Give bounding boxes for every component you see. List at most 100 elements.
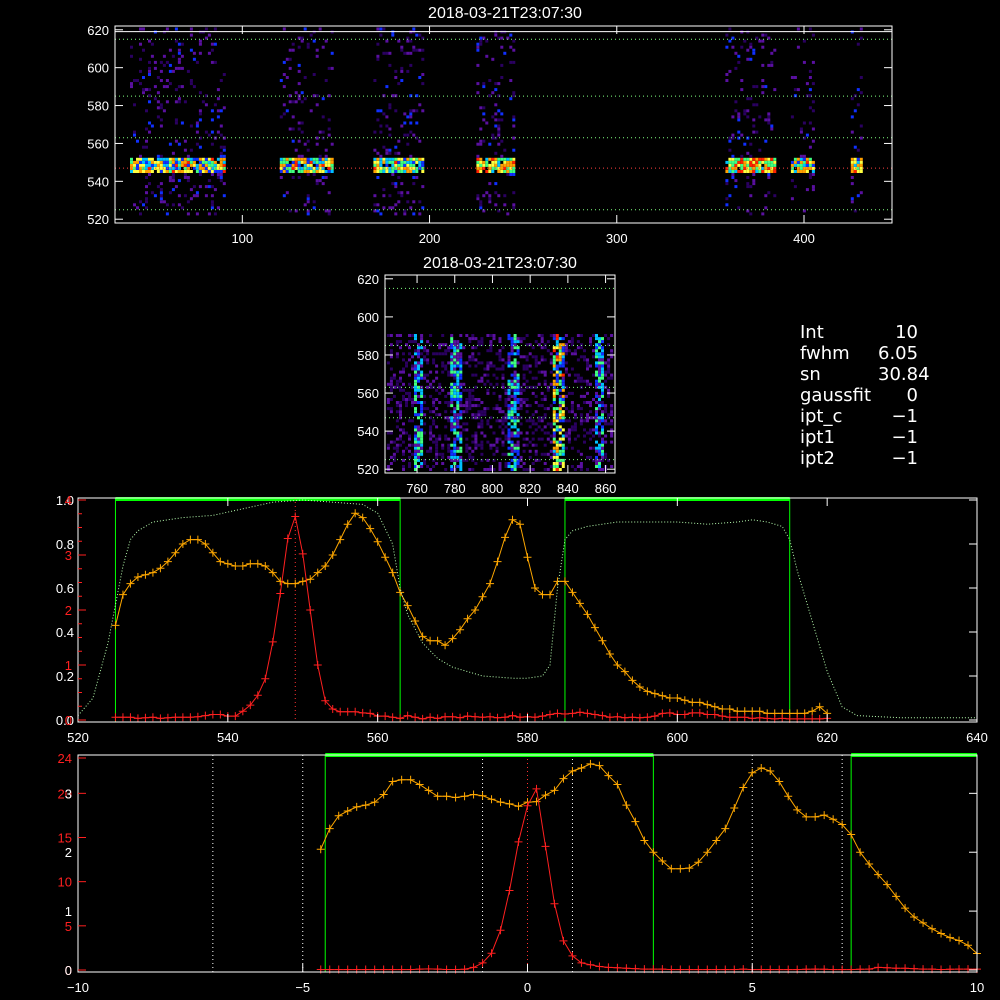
heat-cell (312, 173, 316, 176)
heat-cell (558, 407, 562, 411)
heat-cell (388, 51, 392, 55)
heat-cell (476, 163, 480, 167)
heat-cell (392, 373, 396, 377)
heat-cell (573, 468, 577, 471)
heat-cell (586, 431, 589, 435)
heat-cell (494, 124, 498, 128)
y-tick-label: 3 (65, 786, 72, 801)
heat-cell (486, 361, 490, 365)
heat-cell (180, 160, 184, 164)
heat-cell (177, 194, 181, 198)
heat-cell (595, 422, 598, 426)
heat-cell (397, 82, 401, 86)
heat-cell (412, 200, 416, 204)
heat-cell (462, 428, 466, 432)
heat-cell (159, 188, 163, 192)
heat-cell (598, 434, 601, 438)
heat-cell (282, 73, 286, 76)
heat-cell (595, 391, 598, 395)
heat-cell (297, 63, 301, 67)
heat-cell (552, 358, 556, 362)
heat-cell (552, 388, 556, 392)
heat-cell (790, 197, 794, 201)
heat-cell (162, 54, 166, 58)
heat-cell (327, 94, 331, 98)
heat-cell (486, 388, 490, 392)
heat-cell (386, 446, 390, 450)
heat-cell (168, 69, 172, 73)
x-tick-label: 0 (524, 980, 531, 995)
heat-cell (491, 163, 495, 167)
heat-cell (507, 413, 511, 417)
heat-cell (561, 343, 565, 347)
heat-cell (130, 160, 133, 164)
heat-cell (586, 367, 589, 371)
heat-cell (180, 54, 184, 58)
heat-cell (507, 394, 511, 398)
heat-cell (453, 358, 457, 362)
heat-cell (558, 437, 562, 441)
heat-cell (388, 63, 392, 67)
heat-cell (598, 358, 601, 362)
heat-cell (386, 407, 390, 411)
series-point (568, 588, 577, 597)
heat-cell (213, 42, 217, 46)
heat-cell (595, 428, 598, 432)
heat-cell (476, 154, 480, 158)
heat-cell (504, 452, 508, 456)
heat-cell (400, 157, 404, 161)
heat-cell (507, 358, 511, 362)
heat-cell (279, 163, 283, 167)
heat-cell (507, 337, 511, 341)
heat-cell (450, 465, 454, 468)
heat-cell (465, 437, 469, 441)
heat-cell (417, 452, 420, 456)
heat-cell (737, 112, 741, 116)
heat-cell (414, 455, 417, 459)
heat-cell (598, 361, 601, 365)
heat-cell (409, 160, 413, 164)
heat-cell (537, 334, 541, 337)
heat-cell (324, 170, 328, 173)
heat-cell (498, 355, 502, 359)
heat-cell (318, 163, 322, 167)
heat-cell (498, 358, 502, 362)
heat-cell (850, 197, 854, 201)
series-point (703, 710, 712, 719)
heat-cell (373, 157, 377, 161)
heat-cell (429, 437, 433, 441)
heat-cell (555, 337, 559, 341)
series-point (560, 709, 569, 718)
heat-cell (486, 468, 490, 471)
heat-cell (159, 79, 163, 82)
heat-cell (459, 410, 463, 414)
heat-cell (411, 398, 414, 401)
heat-cell (500, 157, 504, 161)
heat-cell (474, 364, 478, 368)
series-point (328, 551, 337, 559)
heat-cell (589, 401, 592, 404)
series-point (246, 559, 255, 568)
heat-cell (604, 434, 608, 438)
heat-cell (728, 157, 732, 161)
heat-cell (513, 401, 517, 404)
heat-cell (601, 376, 604, 380)
heat-cell (583, 401, 586, 404)
heat-cell (465, 410, 469, 414)
heat-cell (402, 394, 405, 398)
heat-cell (432, 361, 436, 365)
heat-cell (444, 364, 448, 368)
heat-cell (510, 446, 514, 450)
heat-cell (156, 185, 160, 189)
heat-cell (213, 103, 217, 107)
heat-cell (506, 157, 510, 161)
heat-cell (216, 109, 220, 113)
heat-cell (802, 160, 806, 164)
heat-cell (494, 160, 498, 164)
y-tick-label: 560 (357, 386, 379, 401)
series-point (590, 710, 599, 719)
heat-cell (525, 404, 529, 408)
series-point (426, 636, 435, 645)
heat-cell (525, 437, 529, 441)
heat-cell (376, 163, 380, 167)
